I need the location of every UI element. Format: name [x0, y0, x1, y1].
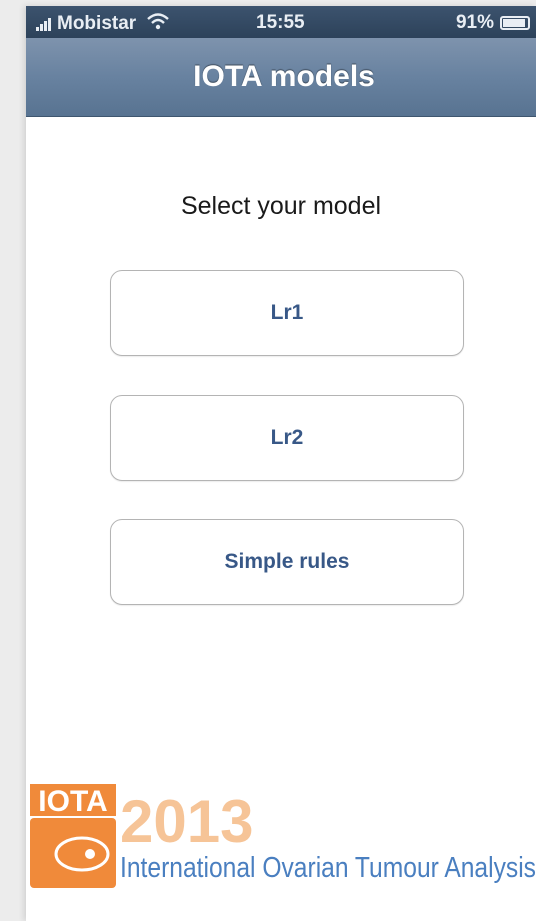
logo-tagline: International Ovarian Tumour Analysis [120, 852, 536, 884]
logo-year: 2013 [120, 788, 253, 855]
carrier-group: Mobistar [36, 12, 170, 36]
wifi-icon [146, 12, 170, 36]
carrier-name: Mobistar [57, 13, 137, 34]
ovary-icon-center [85, 849, 95, 859]
page-title: IOTA models [193, 60, 375, 93]
battery-percent: 91% [455, 12, 494, 33]
lr2-button[interactable]: Lr2 [110, 395, 464, 481]
battery-icon [500, 16, 530, 30]
device-frame: Mobistar 15:55 91% IOTA models Select yo… [0, 0, 536, 921]
logo-wordmark: IOTA [38, 785, 107, 818]
status-time: 15:55 [256, 12, 305, 33]
status-bar: Mobistar 15:55 91% [26, 6, 536, 38]
battery-group: 91% [456, 12, 530, 34]
logo-emblem [30, 818, 116, 888]
lr1-button[interactable]: Lr1 [110, 270, 464, 356]
navigation-bar: IOTA models [26, 38, 536, 117]
simple-rules-button[interactable]: Simple rules [110, 519, 464, 605]
select-model-prompt: Select your model [180, 192, 382, 220]
signal-bars-icon [36, 17, 52, 31]
iota-2013-logo: IOTA 2013 International Ovarian Tumour A… [30, 784, 536, 888]
